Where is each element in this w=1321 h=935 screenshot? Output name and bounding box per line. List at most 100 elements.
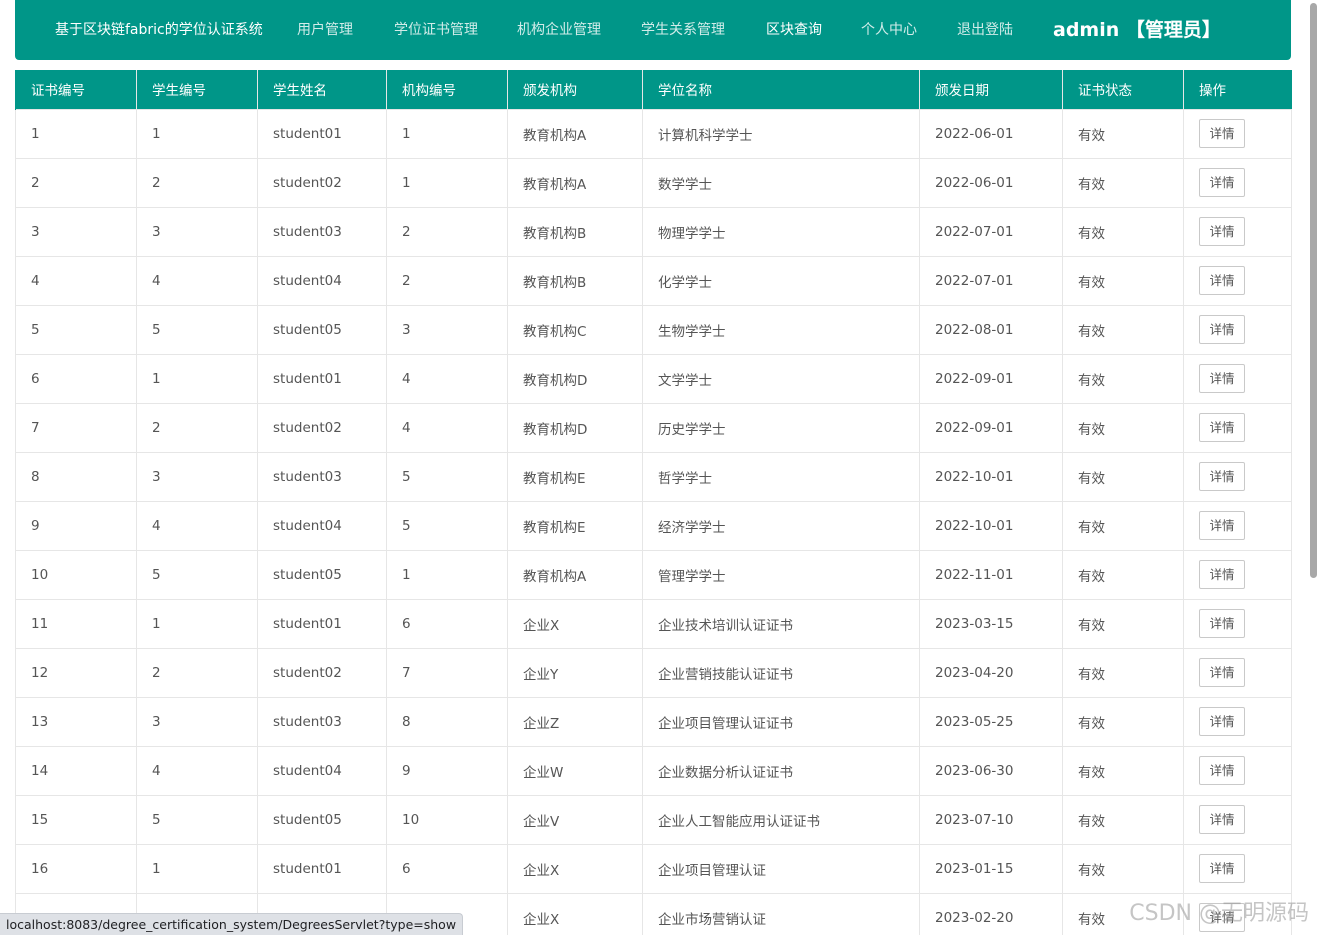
nav-personal-center[interactable]: 个人中心 [861, 0, 917, 60]
table-cell: 2 [136, 647, 258, 698]
table-row: 7 2 student02 4 教育机构D 历史学学士 2022-09-01 有效 详情 [15, 402, 1292, 453]
action-cell: 详情 [1183, 843, 1292, 894]
action-cell: 详情 [1183, 647, 1292, 698]
table-cell: 企业项目管理认证 [642, 843, 920, 894]
table-cell: 12 [15, 647, 137, 698]
table-cell: 10 [386, 794, 508, 845]
table-cell: 2023-04-20 [919, 647, 1063, 698]
detail-button[interactable]: 详情 [1199, 854, 1245, 883]
action-cell: 详情 [1183, 794, 1292, 845]
table-row: 11 1 student01 6 企业X 企业技术培训认证证书 2023-03-15 有效 详情 [15, 598, 1292, 649]
table-cell: student03 [257, 206, 387, 257]
table-cell: 4 [136, 745, 258, 796]
column-header: 机构编号 [386, 70, 508, 109]
action-cell: 详情 [1183, 745, 1292, 796]
watermark: CSDN @无明源码 [1129, 901, 1309, 926]
table-cell: 8 [386, 696, 508, 747]
table-cell: 11 [15, 598, 137, 649]
nav-logout[interactable]: 退出登陆 [957, 0, 1013, 60]
table-cell: student01 [257, 598, 387, 649]
table-cell: 1 [15, 108, 137, 159]
table-cell: 有效 [1062, 549, 1184, 600]
action-cell: 详情 [1183, 402, 1292, 453]
table-cell: student05 [257, 549, 387, 600]
detail-button[interactable]: 详情 [1199, 560, 1245, 589]
table-cell: student02 [257, 647, 387, 698]
detail-button[interactable]: 详情 [1199, 609, 1245, 638]
table-cell: student04 [257, 745, 387, 796]
table-cell: 有效 [1062, 794, 1184, 845]
nav-student-relation-management[interactable]: 学生关系管理 [641, 0, 725, 60]
table-cell: 2022-10-01 [919, 500, 1063, 551]
table-row: 12 2 student02 7 企业Y 企业营销技能认证证书 2023-04-20 有效 详情 [15, 647, 1292, 698]
table-cell: student05 [257, 794, 387, 845]
column-header: 学生姓名 [257, 70, 387, 109]
detail-button[interactable]: 详情 [1199, 658, 1245, 687]
table-cell: 2023-07-10 [919, 794, 1063, 845]
detail-button[interactable]: 详情 [1199, 168, 1245, 197]
nav-certificate-management[interactable]: 学位证书管理 [394, 0, 478, 60]
column-header: 操作 [1183, 70, 1292, 109]
table-cell: 5 [386, 500, 508, 551]
table-cell: 2023-01-15 [919, 843, 1063, 894]
table-cell: 企业数据分析认证证书 [642, 745, 920, 796]
table-cell: 1 [136, 353, 258, 404]
table-cell: 数学学士 [642, 157, 920, 208]
table-cell: 企业Y [507, 647, 643, 698]
detail-button[interactable]: 详情 [1199, 511, 1245, 540]
table-row: 15 5 student05 10 企业V 企业人工智能应用认证证书 2023-07-10 有… [15, 794, 1292, 845]
table-cell: 2 [386, 206, 508, 257]
table-cell: 5 [15, 304, 137, 355]
table-row: 14 4 student04 9 企业W 企业数据分析认证证书 2023-06-30 有效 详情 [15, 745, 1292, 796]
table-cell: 文学学士 [642, 353, 920, 404]
nav-user-management[interactable]: 用户管理 [297, 0, 353, 60]
table-cell: 2022-11-01 [919, 549, 1063, 600]
table-cell: 化学学士 [642, 255, 920, 306]
table-cell: 5 [136, 794, 258, 845]
nav-institution-management[interactable]: 机构企业管理 [517, 0, 601, 60]
table-cell: 有效 [1062, 402, 1184, 453]
nav-brand[interactable]: 基于区块链fabric的学位认证系统 [55, 0, 263, 60]
nav-block-query[interactable]: 区块查询 [766, 0, 822, 60]
table-cell: 有效 [1062, 843, 1184, 894]
table-cell: 1 [136, 108, 258, 159]
table-cell: student01 [257, 843, 387, 894]
table-cell: 3 [136, 696, 258, 747]
table-cell: 2022-06-01 [919, 157, 1063, 208]
table-row: 8 3 student03 5 教育机构E 哲学学士 2022-10-01 有效 详情 [15, 451, 1292, 502]
table-cell: 有效 [1062, 255, 1184, 306]
table-cell: 2 [136, 157, 258, 208]
detail-button[interactable]: 详情 [1199, 217, 1245, 246]
action-cell: 详情 [1183, 157, 1292, 208]
table-cell: 企业Z [507, 696, 643, 747]
table-cell: student02 [257, 402, 387, 453]
table-cell: 教育机构A [507, 108, 643, 159]
table-cell: 教育机构B [507, 206, 643, 257]
detail-button[interactable]: 详情 [1199, 364, 1245, 393]
detail-button[interactable]: 详情 [1199, 462, 1245, 491]
scrollbar-thumb[interactable] [1310, 3, 1317, 578]
table-cell: 企业项目管理认证证书 [642, 696, 920, 747]
detail-button[interactable]: 详情 [1199, 315, 1245, 344]
table-cell: 有效 [1062, 157, 1184, 208]
vertical-scrollbar[interactable] [1308, 3, 1318, 932]
detail-button[interactable]: 详情 [1199, 707, 1245, 736]
table-cell: 9 [15, 500, 137, 551]
detail-button[interactable]: 详情 [1199, 805, 1245, 834]
table-cell: 有效 [1062, 500, 1184, 551]
table-header-row: 证书编号 学生编号 学生姓名 机构编号 颁发机构 学位名称 颁发日期 证书状态 操作 [15, 70, 1292, 109]
table-cell: 7 [386, 647, 508, 698]
detail-button[interactable]: 详情 [1199, 119, 1245, 148]
detail-button[interactable]: 详情 [1199, 266, 1245, 295]
table-cell: 教育机构D [507, 402, 643, 453]
table-cell: 企业X [507, 843, 643, 894]
detail-button[interactable]: 详情 [1199, 413, 1245, 442]
table-cell: 企业X [507, 598, 643, 649]
table-cell: 生物学学士 [642, 304, 920, 355]
table-cell: 5 [136, 549, 258, 600]
detail-button[interactable]: 详情 [1199, 756, 1245, 785]
table-cell: 2022-10-01 [919, 451, 1063, 502]
certificate-table: 证书编号 学生编号 学生姓名 机构编号 颁发机构 学位名称 颁发日期 证书状态 操作 1 1 stu… [15, 70, 1292, 935]
column-header: 学位名称 [642, 70, 920, 109]
table-cell: 5 [386, 451, 508, 502]
